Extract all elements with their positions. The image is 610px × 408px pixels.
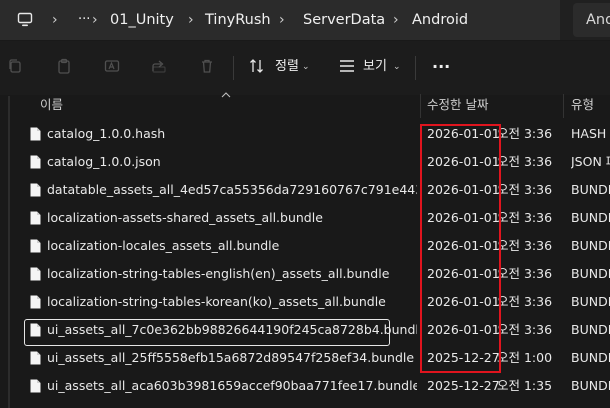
more-options-button[interactable]: ··· bbox=[432, 58, 450, 76]
view-button[interactable]: 보기 ⌄ bbox=[337, 54, 407, 80]
chevron-right-icon: › bbox=[279, 12, 285, 28]
column-separator[interactable] bbox=[420, 94, 421, 118]
file-type: HASH 파일 bbox=[571, 126, 610, 141]
file-row[interactable]: datatable_assets_all_4ed57ca55356da72916… bbox=[0, 176, 610, 204]
breadcrumb-android[interactable]: Android bbox=[412, 0, 468, 40]
column-header-type[interactable]: 유형 bbox=[571, 94, 594, 116]
breadcrumb-01-unity[interactable]: 01_Unity bbox=[110, 0, 174, 40]
focused-row-outline bbox=[24, 319, 390, 346]
chevron-right-icon: › bbox=[188, 12, 194, 28]
sort-label: 정렬 bbox=[275, 59, 299, 74]
file-name: localization-assets-shared_assets_all.bu… bbox=[47, 210, 323, 225]
address-ellipsis[interactable]: ··· bbox=[78, 0, 90, 40]
chevron-right-icon: › bbox=[52, 12, 58, 28]
file-icon bbox=[30, 239, 41, 256]
file-type: BUNDLE bbox=[571, 350, 610, 365]
file-row[interactable]: catalog_1.0.0.json 2026-01-01 오전 3:36 JSON … bbox=[0, 148, 610, 176]
chevron-down-icon: ⌄ bbox=[302, 62, 310, 72]
delete-icon[interactable] bbox=[198, 58, 216, 76]
rename-icon[interactable] bbox=[103, 58, 121, 76]
file-icon bbox=[30, 379, 41, 396]
sort-button[interactable]: 정렬 ⌄ bbox=[246, 54, 316, 80]
breadcrumb-tinyrush[interactable]: TinyRush bbox=[205, 0, 271, 40]
file-type: BUNDLE bbox=[571, 322, 610, 337]
file-name: catalog_1.0.0.hash bbox=[47, 126, 166, 141]
file-name: datatable_assets_all_4ed57ca55356da72916… bbox=[47, 182, 417, 197]
paste-icon[interactable] bbox=[55, 58, 73, 76]
toolbar-divider bbox=[233, 56, 234, 80]
file-time: 오전 3:36 bbox=[497, 266, 553, 281]
this-pc-icon[interactable] bbox=[17, 12, 33, 28]
file-type: BUNDLE bbox=[571, 266, 610, 281]
file-icon bbox=[30, 295, 41, 312]
list-view-icon bbox=[339, 59, 355, 76]
file-time: 오전 3:36 bbox=[497, 294, 553, 309]
file-name: localization-locales_assets_all.bundle bbox=[47, 238, 280, 253]
file-type: BUNDLE bbox=[571, 294, 610, 309]
file-name: ui_assets_all_25ff5558efb15a6872d89547f2… bbox=[47, 350, 415, 365]
chevron-right-icon: › bbox=[393, 12, 399, 28]
highlight-box bbox=[420, 124, 501, 373]
file-type: BUNDLE bbox=[571, 238, 610, 253]
chevron-right-icon: › bbox=[92, 12, 98, 28]
file-row[interactable]: localization-string-tables-english(en)_a… bbox=[0, 260, 610, 288]
file-time: 오전 3:36 bbox=[497, 322, 553, 337]
view-label: 보기 bbox=[363, 59, 387, 74]
breadcrumb-serverdata[interactable]: ServerData bbox=[303, 0, 385, 40]
file-name: ui_assets_all_aca603b3981659accef90baa77… bbox=[47, 378, 417, 393]
file-row[interactable]: ui_assets_all_aca603b3981659accef90baa77… bbox=[0, 372, 610, 400]
file-time: 오전 1:35 bbox=[497, 378, 553, 393]
file-row[interactable]: catalog_1.0.0.hash 2026-01-01 오전 3:36 HASH … bbox=[0, 120, 610, 148]
file-icon bbox=[30, 267, 41, 284]
file-time: 오전 3:36 bbox=[497, 154, 553, 169]
file-name: localization-string-tables-english(en)_a… bbox=[47, 266, 390, 281]
file-time: 오전 3:36 bbox=[497, 126, 553, 141]
file-type: BUNDLE bbox=[571, 182, 610, 197]
column-header-modified[interactable]: 수정한 날짜 bbox=[427, 94, 488, 116]
file-time: 오전 3:36 bbox=[497, 182, 553, 197]
file-time: 오전 3:36 bbox=[497, 238, 553, 253]
file-name: localization-string-tables-korean(ko)_as… bbox=[47, 294, 386, 309]
file-icon bbox=[30, 183, 41, 200]
file-time: 오전 1:00 bbox=[497, 350, 553, 365]
sort-indicator-icon bbox=[221, 87, 231, 101]
copy-icon[interactable] bbox=[6, 58, 24, 76]
file-icon bbox=[30, 211, 41, 228]
file-date: 2025-12-27 bbox=[427, 378, 500, 393]
file-icon bbox=[30, 127, 41, 144]
toolbar-divider bbox=[415, 56, 416, 80]
file-row[interactable]: localization-assets-shared_assets_all.bu… bbox=[0, 204, 610, 232]
file-name: catalog_1.0.0.json bbox=[47, 154, 161, 169]
search-input[interactable]: And bbox=[586, 0, 610, 40]
column-header-name[interactable]: 이름 bbox=[40, 94, 63, 116]
share-icon[interactable] bbox=[150, 58, 168, 76]
file-type: BUNDLE bbox=[571, 378, 610, 393]
file-row[interactable]: ui_assets_all_25ff5558efb15a6872d89547f2… bbox=[0, 344, 610, 372]
sort-icon bbox=[249, 58, 265, 77]
file-icon bbox=[30, 351, 41, 368]
chevron-down-icon: ⌄ bbox=[393, 62, 401, 72]
file-icon bbox=[30, 155, 41, 172]
file-time: 오전 3:36 bbox=[497, 210, 553, 225]
file-row[interactable]: localization-locales_assets_all.bundle 20… bbox=[0, 232, 610, 260]
file-type: BUNDLE bbox=[571, 210, 610, 225]
file-type: JSON 파일 bbox=[571, 154, 610, 169]
column-separator[interactable] bbox=[563, 94, 564, 118]
file-row[interactable]: localization-string-tables-korean(ko)_as… bbox=[0, 288, 610, 316]
